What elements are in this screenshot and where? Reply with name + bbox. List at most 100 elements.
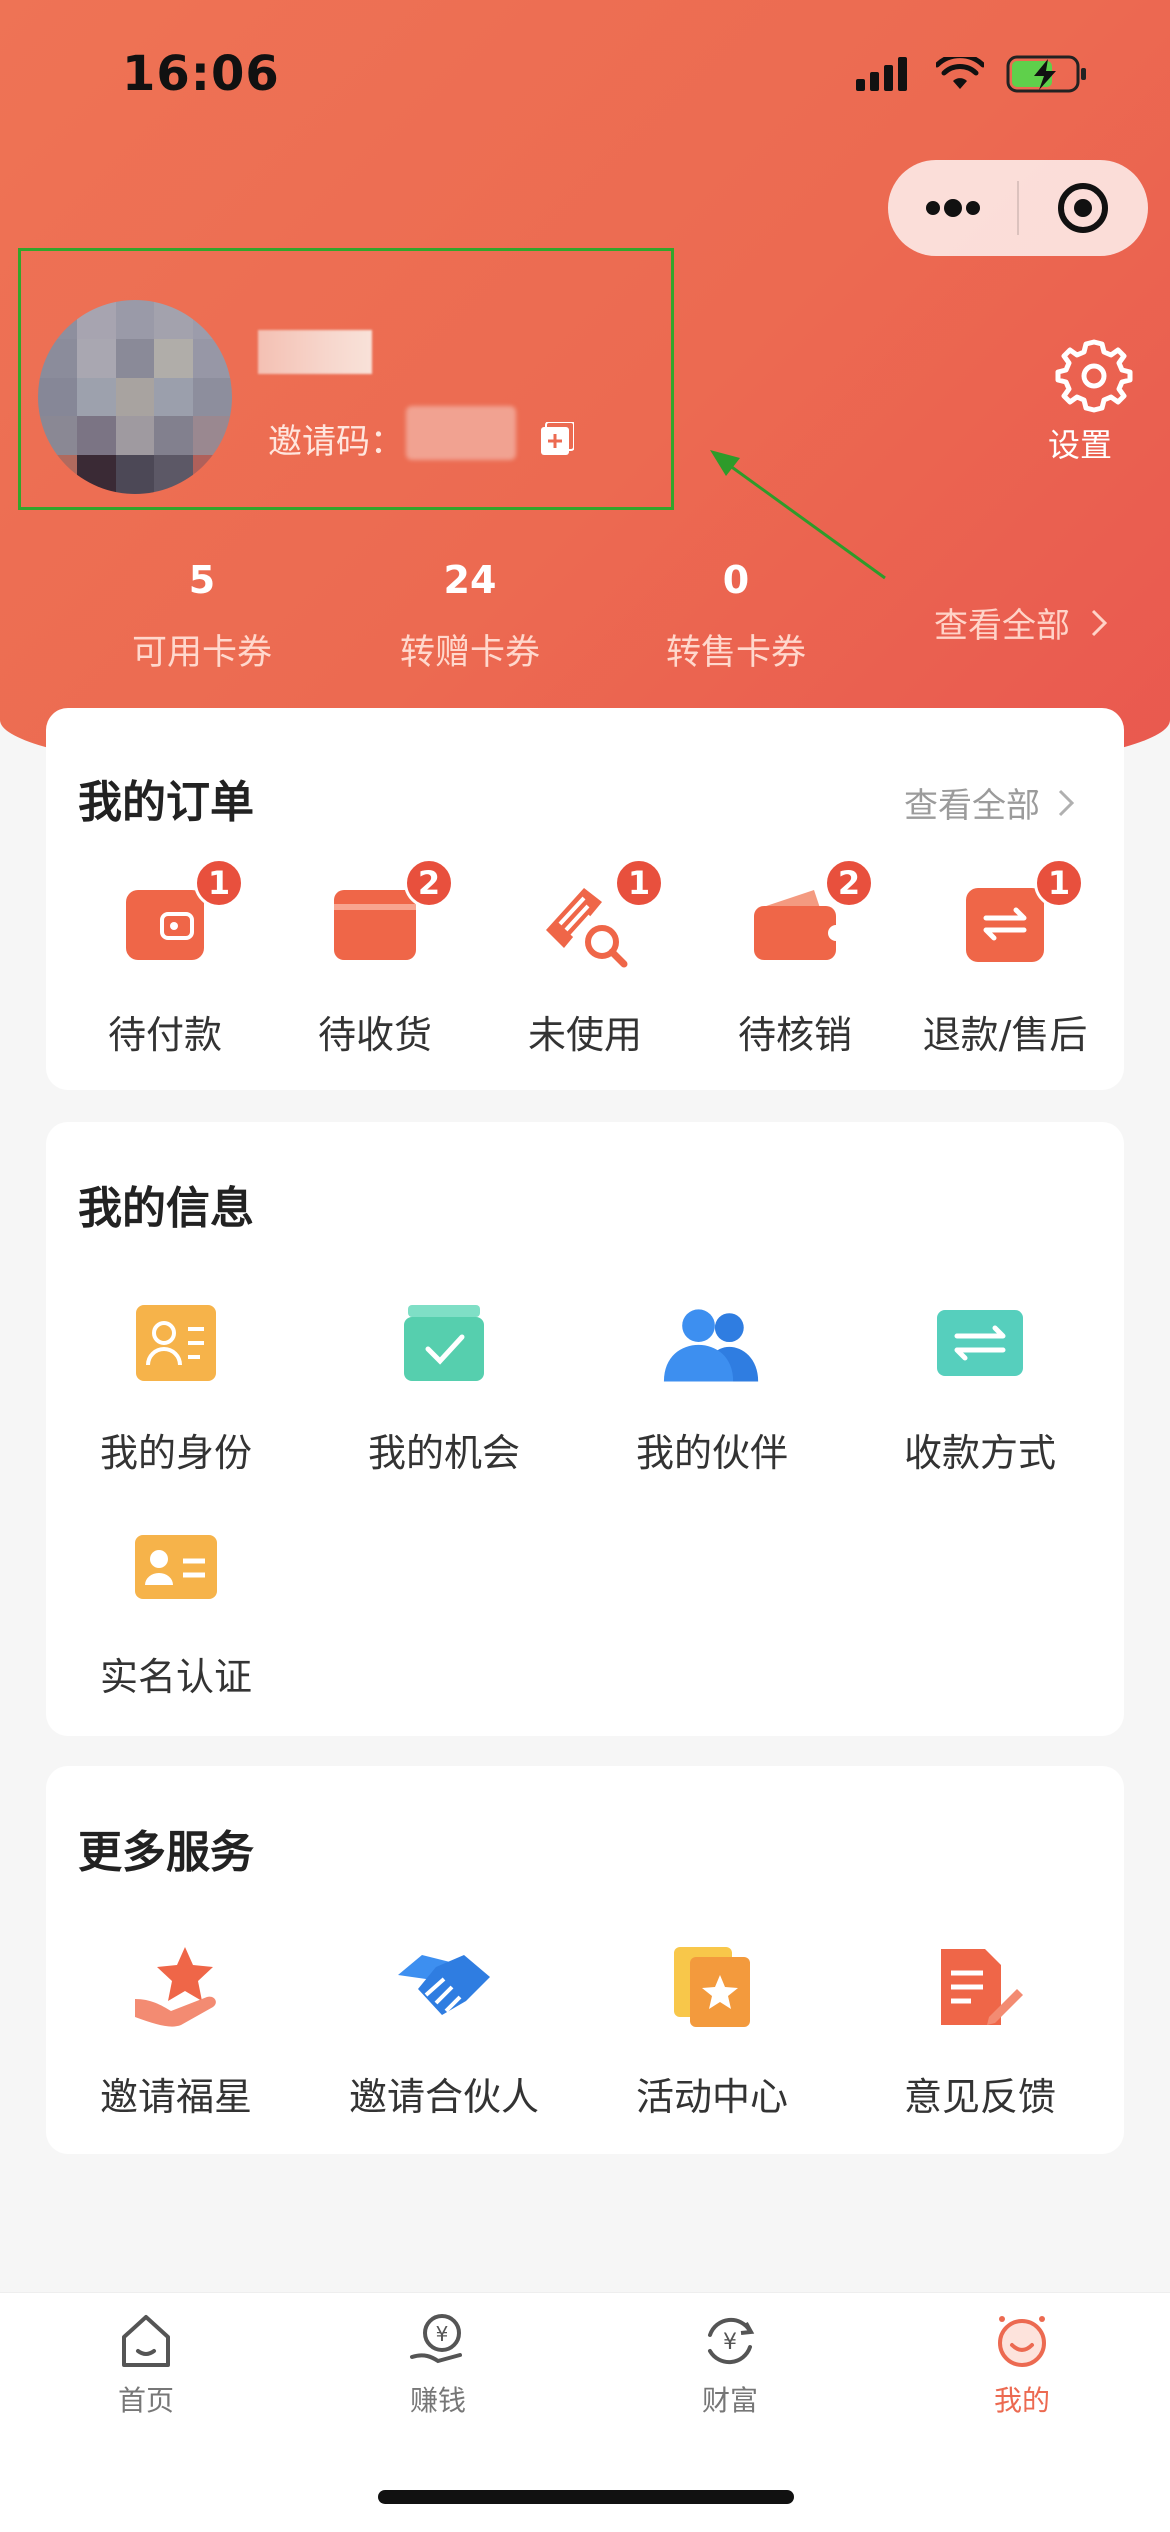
handshake-icon: [394, 1942, 494, 2032]
info-payment-method[interactable]: 收款方式: [850, 1298, 1110, 1477]
status-time: 16:06: [122, 46, 280, 102]
service-label: 活动中心: [635, 2075, 788, 2119]
stat-label: 转赠卡券: [399, 633, 540, 673]
order-badge: 1: [1034, 858, 1084, 908]
info-real-name-verification[interactable]: 实名认证: [46, 1522, 306, 1701]
service-invite-lucky-star[interactable]: 邀请福星: [46, 1942, 306, 2121]
info-my-opportunity[interactable]: 我的机会: [314, 1298, 574, 1477]
stat-value: 24: [443, 558, 497, 602]
see-all-label: 查看全部: [904, 786, 1040, 826]
info-my-identity[interactable]: 我的身份: [46, 1298, 306, 1477]
wealth-cycle-icon: ¥: [708, 2317, 755, 2365]
hand-star-icon: [126, 1942, 226, 2032]
service-activity-center[interactable]: 活动中心: [582, 1942, 842, 2121]
orders-see-all-link[interactable]: 查看全部: [904, 778, 1074, 827]
info-label: 实名认证: [99, 1655, 252, 1699]
chevron-right-icon: [1091, 609, 1108, 636]
order-pending-receipt[interactable]: 2 待收货: [270, 858, 480, 1059]
coupon-wallet-icon: 2: [750, 858, 874, 968]
service-invite-partner[interactable]: 邀请合伙人: [314, 1942, 574, 2121]
see-all-label: 查看全部: [934, 606, 1070, 646]
my-info-card: 我的信息 我的身份 我的机会 我的伙伴 收款方式 实名认证: [46, 1122, 1124, 1736]
info-my-partners[interactable]: 我的伙伴: [582, 1298, 842, 1477]
close-mini-program-button[interactable]: [1019, 160, 1148, 256]
service-feedback[interactable]: 意见反馈: [850, 1942, 1110, 2121]
order-label: 待收货: [317, 1013, 432, 1057]
partners-icon: [662, 1298, 762, 1388]
mini-program-capsule: [888, 160, 1148, 256]
activity-star-icon: [662, 1942, 762, 2032]
order-badge: 1: [194, 858, 244, 908]
package-icon: 2: [330, 858, 454, 968]
svg-text:¥: ¥: [723, 2330, 737, 2355]
earn-money-icon: ¥: [410, 2314, 462, 2364]
transfer-icon: [930, 1298, 1030, 1388]
invite-code-redacted: [406, 406, 516, 460]
gear-icon[interactable]: [1054, 334, 1134, 414]
tab-label: 财富: [701, 2384, 758, 2417]
stat-gifted-coupons[interactable]: 24 转赠卡券: [360, 558, 580, 675]
more-button[interactable]: [888, 160, 1017, 256]
home-indicator: [378, 2490, 794, 2504]
tab-wealth[interactable]: ¥ 财富: [630, 2311, 830, 2419]
smiley-profile-icon: [998, 2316, 1046, 2367]
verification-card-icon: [126, 1522, 226, 1612]
refund-exchange-icon: 1: [960, 858, 1084, 968]
invite-code-label: 邀请码：: [268, 422, 404, 462]
ticket-search-icon: 1: [540, 858, 664, 968]
status-icons: [856, 55, 1090, 93]
copy-icon[interactable]: [540, 422, 574, 456]
settings-label[interactable]: 设置: [1048, 420, 1112, 466]
order-label: 待核销: [737, 1013, 852, 1057]
cellular-signal-icon: [856, 57, 907, 91]
info-label: 我的机会: [367, 1431, 520, 1475]
more-dots-icon: [925, 199, 980, 217]
wallet-icon: 1: [120, 858, 244, 968]
chevron-right-icon: [1058, 789, 1074, 816]
order-badge: 2: [404, 858, 454, 908]
wifi-icon: [936, 57, 984, 89]
tab-home[interactable]: 首页: [46, 2311, 246, 2419]
my-orders-card: 我的订单 查看全部 1 待付款 2 待收货 1 未使用 2 待核销 1 退款/售…: [46, 708, 1124, 1090]
battery-charging-icon: [1006, 55, 1086, 93]
feedback-document-icon: [930, 1942, 1030, 2032]
avatar[interactable]: [38, 300, 232, 494]
target-close-icon: [1058, 183, 1109, 233]
service-label: 邀请合伙人: [348, 2075, 539, 2119]
stat-value: 5: [188, 558, 216, 602]
tab-earn[interactable]: ¥ 赚钱: [338, 2311, 538, 2419]
tab-label: 我的: [993, 2384, 1050, 2417]
order-unused[interactable]: 1 未使用: [480, 858, 690, 1059]
user-name-redacted: [258, 330, 372, 374]
tab-mine[interactable]: 我的: [922, 2311, 1122, 2419]
order-badge: 2: [824, 858, 874, 908]
order-label: 待付款: [107, 1013, 222, 1057]
service-label: 邀请福星: [99, 2075, 252, 2119]
order-refund-aftersale[interactable]: 1 退款/售后: [900, 858, 1110, 1059]
id-card-icon: [126, 1298, 226, 1388]
stat-label: 可用卡券: [131, 633, 272, 673]
coupons-see-all-link[interactable]: 查看全部: [934, 598, 1108, 647]
info-title: 我的信息: [78, 1183, 254, 1234]
info-label: 我的伙伴: [635, 1431, 788, 1475]
order-label: 退款/售后: [922, 1013, 1088, 1057]
services-title: 更多服务: [78, 1827, 254, 1878]
tab-label: 首页: [117, 2384, 174, 2417]
order-label: 未使用: [527, 1013, 642, 1057]
stat-resold-coupons[interactable]: 0 转售卡券: [626, 558, 846, 675]
stat-label: 转售卡券: [665, 633, 806, 673]
tab-label: 赚钱: [409, 2384, 466, 2417]
order-badge: 1: [614, 858, 664, 908]
service-label: 意见反馈: [903, 2075, 1056, 2119]
home-icon: [122, 2315, 170, 2367]
orders-title: 我的订单: [78, 777, 254, 828]
order-pending-payment[interactable]: 1 待付款: [60, 858, 270, 1059]
order-pending-verification[interactable]: 2 待核销: [690, 858, 900, 1059]
info-label: 我的身份: [99, 1431, 252, 1475]
svg-text:¥: ¥: [436, 2322, 449, 2346]
stat-available-coupons[interactable]: 5 可用卡券: [92, 558, 312, 675]
info-label: 收款方式: [903, 1431, 1056, 1475]
more-services-card: 更多服务 邀请福星 邀请合伙人 活动中心 意见反馈: [46, 1766, 1124, 2154]
checked-box-icon: [394, 1298, 494, 1388]
stat-value: 0: [722, 558, 750, 602]
